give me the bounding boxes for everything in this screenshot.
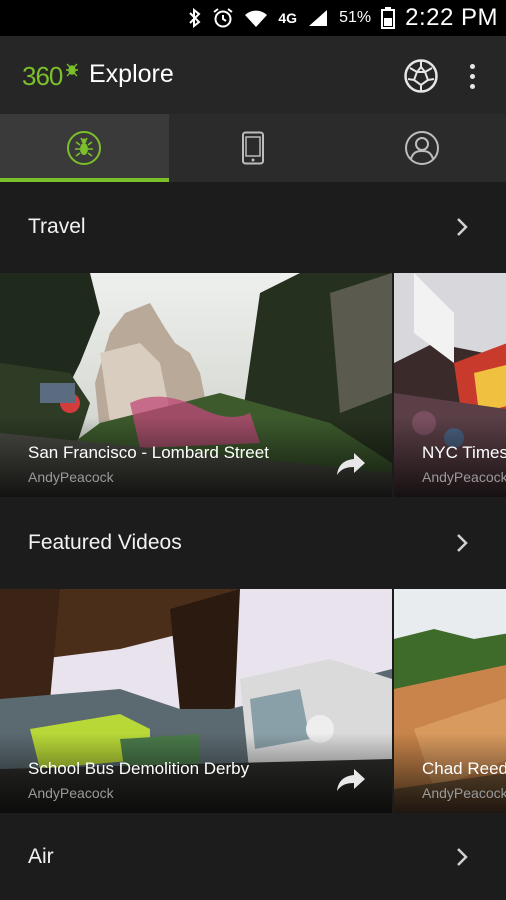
section-header-featured[interactable]: Featured Videos <box>0 498 506 588</box>
globe-button[interactable] <box>403 58 439 94</box>
video-author[interactable]: AndyPeacock <box>422 469 506 485</box>
wifi-icon <box>244 8 268 28</box>
app-logo[interactable]: 360 <box>22 58 80 92</box>
profile-icon <box>404 131 439 165</box>
video-card[interactable]: NYC Times AndyPeacock <box>394 273 506 497</box>
signal-icon <box>307 8 329 28</box>
video-author[interactable]: AndyPeacock <box>28 469 114 485</box>
bluetooth-icon <box>188 8 202 28</box>
featured-carousel[interactable]: School Bus Demolition Derby AndyPeacock … <box>0 589 506 813</box>
section-title: Featured Videos <box>28 531 182 554</box>
video-author[interactable]: AndyPeacock <box>28 785 114 801</box>
section-header-travel[interactable]: Travel <box>0 182 506 272</box>
clock: 2:22 PM <box>405 4 498 31</box>
tab-profile[interactable] <box>337 114 506 182</box>
tab-bar <box>0 114 506 182</box>
status-bar: 4G 51% 2:22 PM <box>0 0 506 36</box>
video-card[interactable]: San Francisco - Lombard Street AndyPeaco… <box>0 273 392 497</box>
overflow-dot <box>469 73 475 79</box>
video-author[interactable]: AndyPeacock <box>422 785 506 801</box>
section-header-air[interactable]: Air <box>0 814 506 900</box>
share-icon[interactable] <box>336 451 366 477</box>
section-title: Air <box>28 845 54 868</box>
bug-logo-icon <box>67 131 102 165</box>
video-card[interactable]: School Bus Demolition Derby AndyPeacock <box>0 589 392 813</box>
chevron-right-icon <box>457 534 468 552</box>
overflow-menu-button[interactable] <box>462 58 482 94</box>
alarm-icon <box>212 7 234 29</box>
chevron-right-icon <box>457 218 468 236</box>
network-type: 4G <box>278 10 298 26</box>
video-card[interactable]: Chad Reed AndyPeacock <box>394 589 506 813</box>
video-title: NYC Times <box>422 443 506 462</box>
share-icon[interactable] <box>336 767 366 793</box>
logo-bug-icon <box>66 63 78 77</box>
video-title: Chad Reed <box>422 759 506 778</box>
tab-device[interactable] <box>169 114 338 182</box>
battery-percent: 51% <box>339 9 372 26</box>
overflow-dot <box>469 63 475 69</box>
chevron-right-icon <box>457 848 468 866</box>
overflow-dot <box>469 83 475 89</box>
logo-text: 360 <box>22 61 63 91</box>
video-title: San Francisco - Lombard Street <box>28 443 269 462</box>
section-title: Travel <box>28 215 86 238</box>
phone-icon <box>241 131 264 165</box>
tab-explore[interactable] <box>0 114 169 182</box>
travel-carousel[interactable]: San Francisco - Lombard Street AndyPeaco… <box>0 273 506 497</box>
app-bar: 360 Explore <box>0 36 506 114</box>
video-title: School Bus Demolition Derby <box>28 759 250 778</box>
globe-icon <box>404 59 438 93</box>
page-title: Explore <box>89 60 174 88</box>
battery-icon <box>381 7 396 29</box>
